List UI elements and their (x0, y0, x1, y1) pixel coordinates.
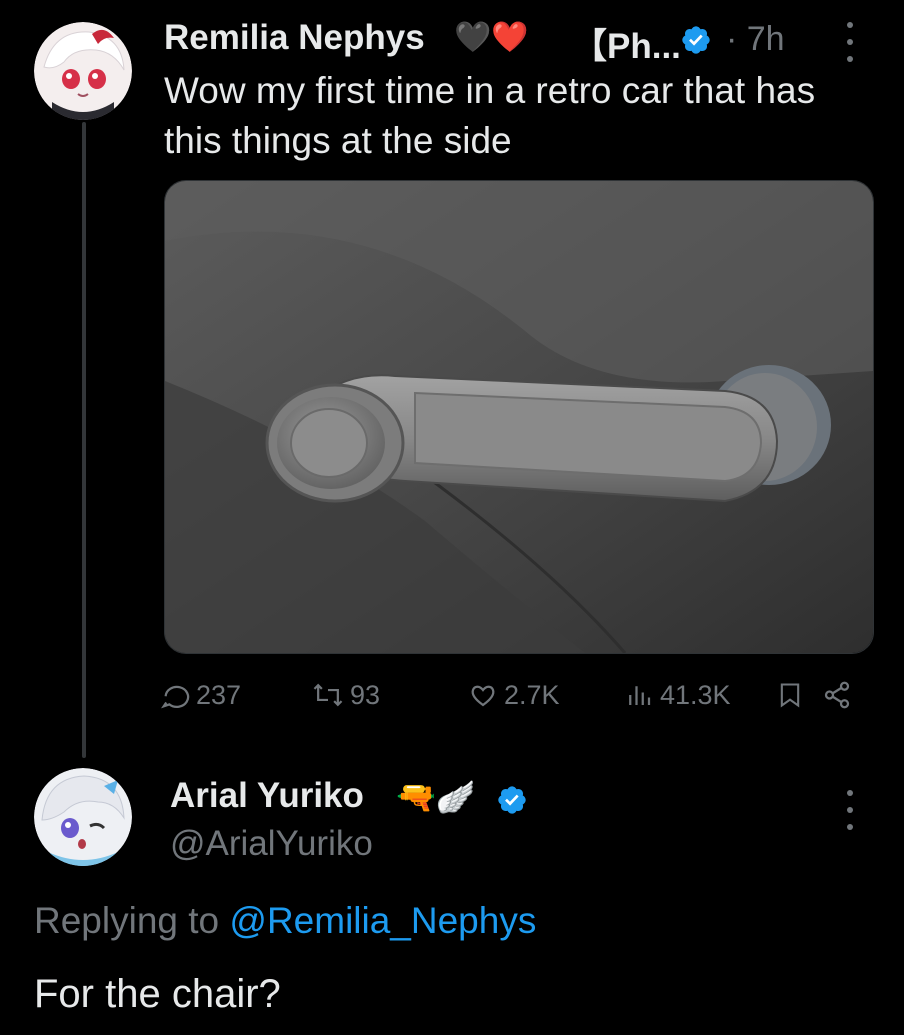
tweet-text: Wow my first time in a retro car that ha… (164, 70, 816, 161)
reply-text: For the chair? (34, 972, 281, 1016)
like-button[interactable]: 2.7K (468, 670, 560, 720)
views-count: 41.3K (660, 679, 731, 710)
reply-more-options-icon[interactable] (840, 790, 860, 830)
reply-author-name[interactable]: Arial Yuriko (170, 776, 364, 816)
reply-button[interactable]: 237 (160, 670, 241, 720)
author-name-truncated[interactable]: 【Ph... (572, 18, 681, 69)
author-name[interactable]: Remilia Nephys (164, 18, 425, 58)
bookmark-icon (780, 683, 800, 708)
retweet-count: 93 (350, 679, 381, 710)
tweet-actions: 237 93 2.7K 41.3K (160, 670, 860, 720)
reply-author-avatar[interactable] (34, 768, 132, 866)
timestamp[interactable]: · 7h (726, 20, 785, 59)
like-count: 2.7K (504, 679, 560, 710)
share-icon (824, 681, 850, 709)
reply-verified-badge-icon (496, 784, 528, 821)
author-avatar[interactable] (34, 22, 132, 120)
more-options-icon[interactable] (840, 22, 860, 62)
verified-badge-icon (680, 24, 712, 61)
author-name-emoji: 🖤❤️ (454, 21, 529, 54)
tweet-media-image[interactable] (164, 180, 874, 654)
replying-to-prefix: Replying to (34, 900, 220, 941)
bookmark-button[interactable] (776, 670, 810, 720)
thread-line (82, 122, 86, 758)
views-button[interactable]: 41.3K (624, 670, 731, 720)
replying-to-line: Replying to @Remilia_Nephys (34, 900, 536, 942)
share-button[interactable] (822, 670, 858, 720)
reply-author-emoji: 🔫🪽 (396, 779, 476, 815)
heart-icon (471, 685, 495, 707)
replying-to-mention-link[interactable]: @Remilia_Nephys (229, 900, 536, 941)
retweet-button[interactable]: 93 (312, 670, 380, 720)
views-icon (629, 686, 651, 705)
reply-icon (160, 685, 190, 709)
reply-author-handle[interactable]: @ArialYuriko (170, 824, 373, 864)
retweet-icon (313, 683, 343, 707)
reply-count: 237 (196, 679, 242, 710)
